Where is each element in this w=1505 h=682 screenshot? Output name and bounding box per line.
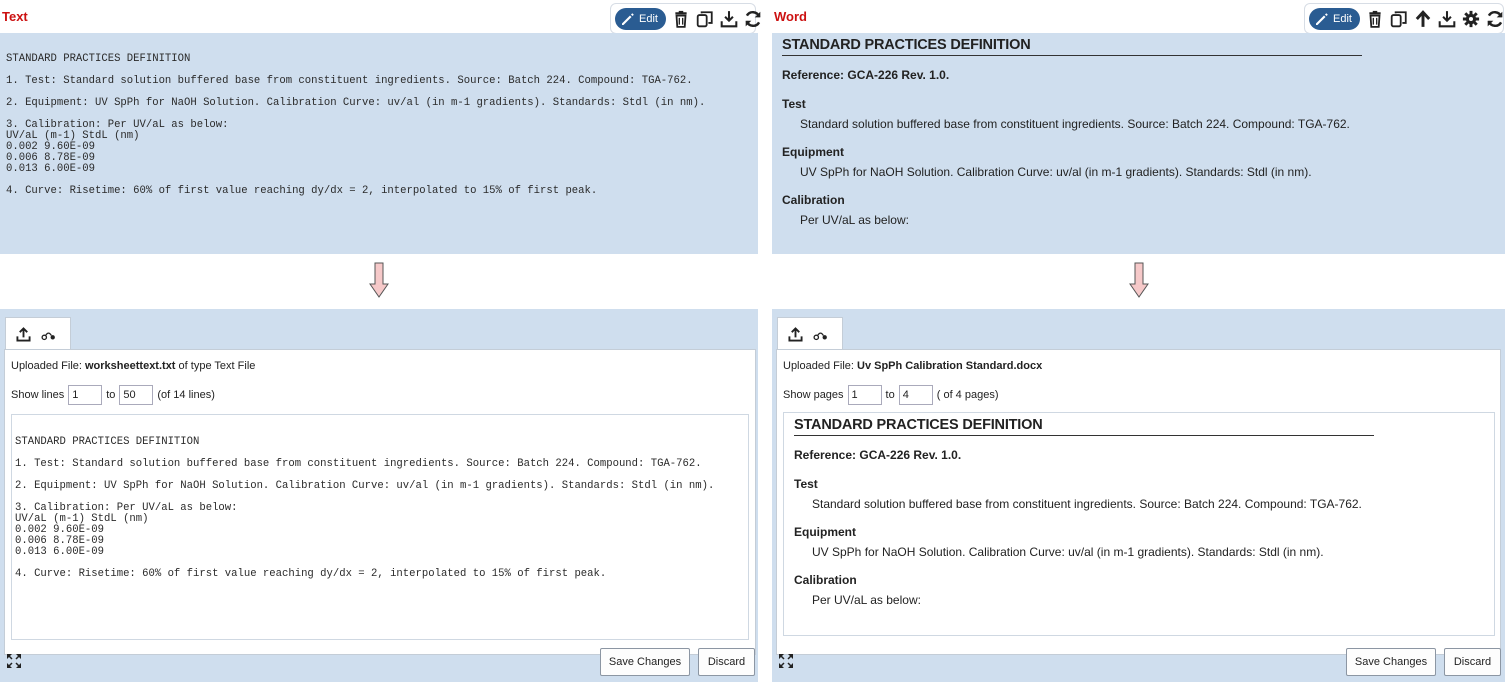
doc-section-title: Calibration xyxy=(794,573,857,587)
doc-section-title: Equipment xyxy=(782,145,844,159)
doc-section-title: Test xyxy=(794,477,818,491)
panel-title: Word xyxy=(774,9,807,24)
edit-button[interactable]: Edit xyxy=(1309,7,1360,30)
upload-icon xyxy=(787,326,803,342)
range-total: (of 14 lines) xyxy=(157,389,215,401)
settings-button[interactable] xyxy=(1462,8,1480,30)
document-preview: STANDARD PRACTICES DEFINITION Reference:… xyxy=(772,33,1372,227)
uploaded-file-type: of type Text File xyxy=(175,360,256,372)
doc-reference: Reference: GCA-226 Rev. 1.0. xyxy=(794,448,962,462)
range-to-input[interactable]: 4 xyxy=(898,385,933,405)
range-label: Show lines xyxy=(11,389,65,401)
doc-section-body: UV SpPh for NaOH Solution. Calibration C… xyxy=(812,545,1324,559)
doc-reference: Reference: GCA-226 Rev. 1.0. xyxy=(782,68,950,82)
delete-button[interactable] xyxy=(672,8,690,30)
doc-section-body: Per UV/aL as below: xyxy=(800,213,909,227)
doc-heading: STANDARD PRACTICES DEFINITION xyxy=(782,37,1362,56)
link-icon xyxy=(40,331,55,340)
range-from-input[interactable]: 1 xyxy=(847,385,882,405)
text-preview: STANDARD PRACTICES DEFINITION 1. Test: S… xyxy=(0,33,758,254)
upload-tab[interactable] xyxy=(15,325,31,343)
editor-text: STANDARD PRACTICES DEFINITION 1. Test: S… xyxy=(15,436,715,580)
copy-button[interactable] xyxy=(696,8,714,30)
arrow-up-icon xyxy=(1415,9,1431,27)
text-panel: Text Edit STANDARD PRACTICES DEFINITION … xyxy=(0,0,761,682)
upload-tab[interactable] xyxy=(787,325,803,343)
toolbar: Edit xyxy=(610,3,761,34)
upload-icon xyxy=(15,326,31,342)
pencil-icon xyxy=(1316,12,1328,25)
download-icon xyxy=(1438,10,1456,27)
download-button[interactable] xyxy=(720,8,738,30)
edit-button[interactable]: Edit xyxy=(615,7,666,30)
range-from-input[interactable]: 1 xyxy=(68,385,103,405)
copy-icon xyxy=(1390,10,1407,27)
refresh-button[interactable] xyxy=(1486,8,1504,30)
trash-icon xyxy=(675,10,687,28)
text-content-editor[interactable]: STANDARD PRACTICES DEFINITION 1. Test: S… xyxy=(11,414,749,640)
download-button[interactable] xyxy=(1438,8,1456,30)
expand-icon[interactable] xyxy=(778,653,794,669)
editor-tabs xyxy=(5,317,71,350)
range-to-label: to xyxy=(106,389,116,401)
down-arrow-icon xyxy=(369,262,389,298)
delete-button[interactable] xyxy=(1366,8,1384,30)
word-panel: Word Edit STANDARD PRACTICES DEFINITION … xyxy=(772,0,1505,682)
pencil-icon xyxy=(622,12,634,25)
doc-section-body: Standard solution buffered base from con… xyxy=(800,117,1350,131)
link-tab[interactable] xyxy=(40,325,56,343)
down-arrow-icon xyxy=(1129,262,1149,298)
doc-section-body: UV SpPh for NaOH Solution. Calibration C… xyxy=(800,165,1312,179)
page-range: Show pages 1 to 4 ( of 4 pages) xyxy=(783,385,999,405)
discard-button[interactable]: Discard xyxy=(1444,648,1501,676)
refresh-button[interactable] xyxy=(744,8,762,30)
doc-section-body: Standard solution buffered base from con… xyxy=(812,497,1362,511)
preview-text: STANDARD PRACTICES DEFINITION 1. Test: S… xyxy=(6,53,706,197)
download-icon xyxy=(720,10,738,27)
doc-section-title: Equipment xyxy=(794,525,856,539)
file-editor: Uploaded File: Uv SpPh Calibration Stand… xyxy=(772,309,1505,682)
uploaded-prefix: Uploaded File: xyxy=(783,360,857,372)
link-icon xyxy=(812,331,827,340)
link-tab[interactable] xyxy=(812,325,828,343)
gear-icon xyxy=(1462,10,1480,27)
expand-icon[interactable] xyxy=(6,653,22,669)
uploaded-file-info: Uploaded File: Uv SpPh Calibration Stand… xyxy=(783,360,1042,372)
range-label: Show pages xyxy=(783,389,844,401)
edit-area: Uploaded File: worksheettext.txt of type… xyxy=(4,349,756,655)
editor-tabs xyxy=(777,317,843,350)
uploaded-prefix: Uploaded File: xyxy=(11,360,85,372)
copy-icon xyxy=(696,10,713,27)
uploaded-file-name: Uv SpPh Calibration Standard.docx xyxy=(857,360,1043,372)
refresh-icon xyxy=(745,10,761,27)
toolbar: Edit xyxy=(1304,3,1504,34)
line-range: Show lines 1 to 50 (of 14 lines) xyxy=(11,385,215,405)
refresh-icon xyxy=(1487,10,1503,27)
edit-area: Uploaded File: Uv SpPh Calibration Stand… xyxy=(776,349,1501,655)
document-content-editor[interactable]: STANDARD PRACTICES DEFINITION Reference:… xyxy=(783,412,1495,636)
move-up-button[interactable] xyxy=(1414,8,1432,30)
discard-button[interactable]: Discard xyxy=(698,648,755,676)
file-editor: Uploaded File: worksheettext.txt of type… xyxy=(0,309,758,682)
document-editor: STANDARD PRACTICES DEFINITION Reference:… xyxy=(784,413,1384,607)
copy-button[interactable] xyxy=(1390,8,1408,30)
uploaded-file-info: Uploaded File: worksheettext.txt of type… xyxy=(11,360,255,372)
range-to-input[interactable]: 50 xyxy=(119,385,154,405)
word-preview: STANDARD PRACTICES DEFINITION Reference:… xyxy=(772,33,1505,254)
doc-section-title: Test xyxy=(782,97,806,111)
range-total: ( of 4 pages) xyxy=(936,389,999,401)
save-changes-button[interactable]: Save Changes xyxy=(1346,648,1436,676)
save-changes-button[interactable]: Save Changes xyxy=(600,648,690,676)
doc-section-title: Calibration xyxy=(782,193,845,207)
panel-title: Text xyxy=(2,9,28,24)
trash-icon xyxy=(1369,10,1381,28)
edit-label: Edit xyxy=(639,12,658,25)
uploaded-file-name: worksheettext.txt xyxy=(85,360,176,372)
range-to-label: to xyxy=(885,389,895,401)
doc-section-body: Per UV/aL as below: xyxy=(812,593,921,607)
edit-label: Edit xyxy=(1333,12,1352,25)
doc-heading: STANDARD PRACTICES DEFINITION xyxy=(794,417,1374,436)
